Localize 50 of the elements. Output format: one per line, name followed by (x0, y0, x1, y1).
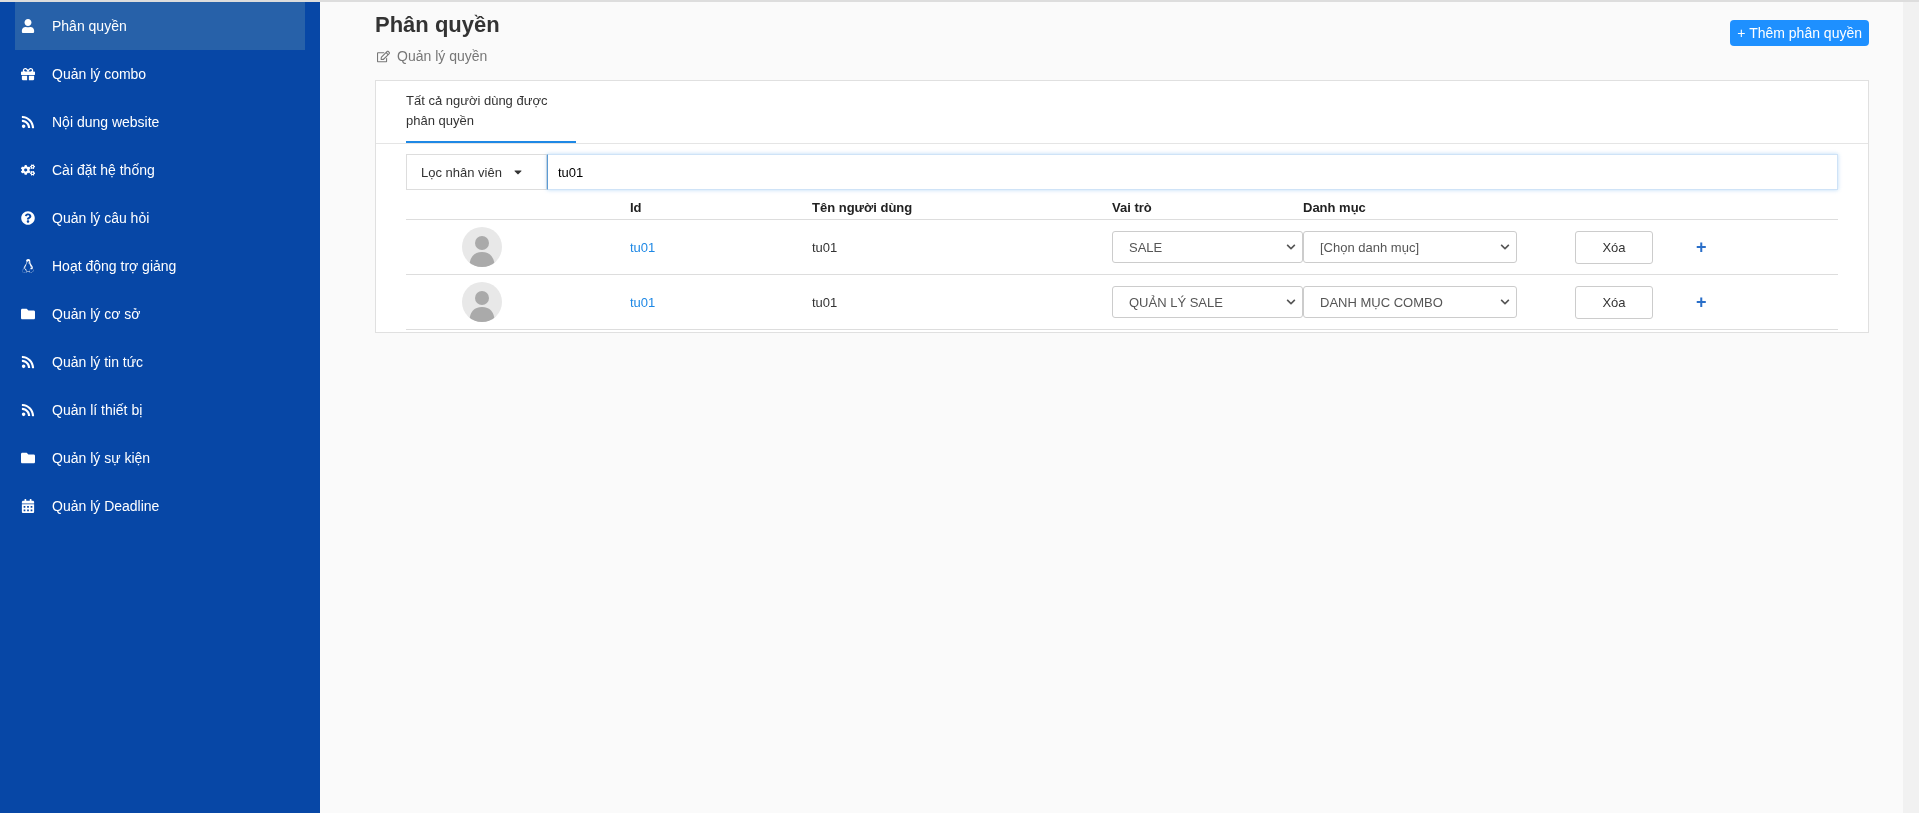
sidebar-item[interactable]: Quản lý tin tức (15, 338, 305, 386)
rss-icon (20, 354, 36, 370)
page-title: Phân quyền (375, 12, 500, 38)
edit-icon (375, 48, 391, 64)
delete-button[interactable]: Xóa (1575, 230, 1653, 264)
role-select[interactable]: SALE (1112, 231, 1303, 263)
table-cell: tu01 (812, 294, 838, 310)
chevron-icon (1286, 242, 1296, 252)
page-subtitle: Quản lý quyền (397, 48, 488, 64)
sidebar-item[interactable]: Quản lý sự kiện (15, 434, 305, 482)
folder-icon (20, 306, 36, 322)
add-button[interactable]: + (1693, 236, 1710, 258)
rss-icon (20, 402, 36, 418)
column-header: Tên người dùng (812, 190, 1112, 220)
question-icon (20, 210, 36, 226)
sidebar-item[interactable]: Cài đặt hệ thống (15, 146, 305, 194)
user-id-link[interactable]: tu01 (630, 239, 656, 255)
sidebar-item[interactable]: Phân quyền (15, 2, 305, 50)
category-select[interactable]: DANH MỤC COMBO (1303, 286, 1517, 318)
sidebar-item[interactable]: Quản lý combo (15, 50, 305, 98)
chevron-icon (1500, 242, 1510, 252)
gift-icon (20, 66, 36, 82)
search-field[interactable]: tu01 (547, 154, 1838, 190)
sidebar-item[interactable]: Quản lý cơ sở (15, 290, 305, 338)
table-cell: tu01 (812, 239, 838, 255)
user-icon (20, 18, 36, 34)
sidebar-item[interactable]: Hoạt động trợ giảng (15, 242, 305, 290)
category-select[interactable]: [Chọn danh mục] (1303, 231, 1517, 263)
sidebar-item[interactable]: Quản lý câu hỏi (15, 194, 305, 242)
column-header: Vai trò (1112, 190, 1303, 220)
chevron-icon (1500, 297, 1510, 307)
chevron-icon (1286, 297, 1296, 307)
sidebar-item[interactable]: Nội dung website (15, 98, 305, 146)
avatar-placeholder (462, 227, 502, 267)
folder-icon (20, 450, 36, 466)
column-header: Id (630, 190, 812, 220)
tab[interactable]: Tất cả người dùng được phân quyền (406, 81, 576, 143)
calendar-icon (20, 498, 36, 514)
rss-icon (20, 114, 36, 130)
gears-icon (20, 162, 36, 178)
avatar-placeholder (462, 282, 502, 322)
column-header: Danh mục (1303, 190, 1532, 220)
sidebar-item[interactable]: Quản lý Deadline (15, 482, 305, 530)
user-id-link[interactable]: tu01 (630, 294, 656, 310)
filter-dropdown[interactable]: Lọc nhân viên (406, 154, 547, 190)
delete-button[interactable]: Xóa (1575, 285, 1653, 319)
penguin-icon (20, 258, 36, 274)
role-select[interactable]: QUẢN LÝ SALE (1112, 286, 1303, 318)
sidebar-item[interactable]: Quản lí thiết bị (15, 386, 305, 434)
add-button[interactable]: + (1693, 291, 1710, 313)
